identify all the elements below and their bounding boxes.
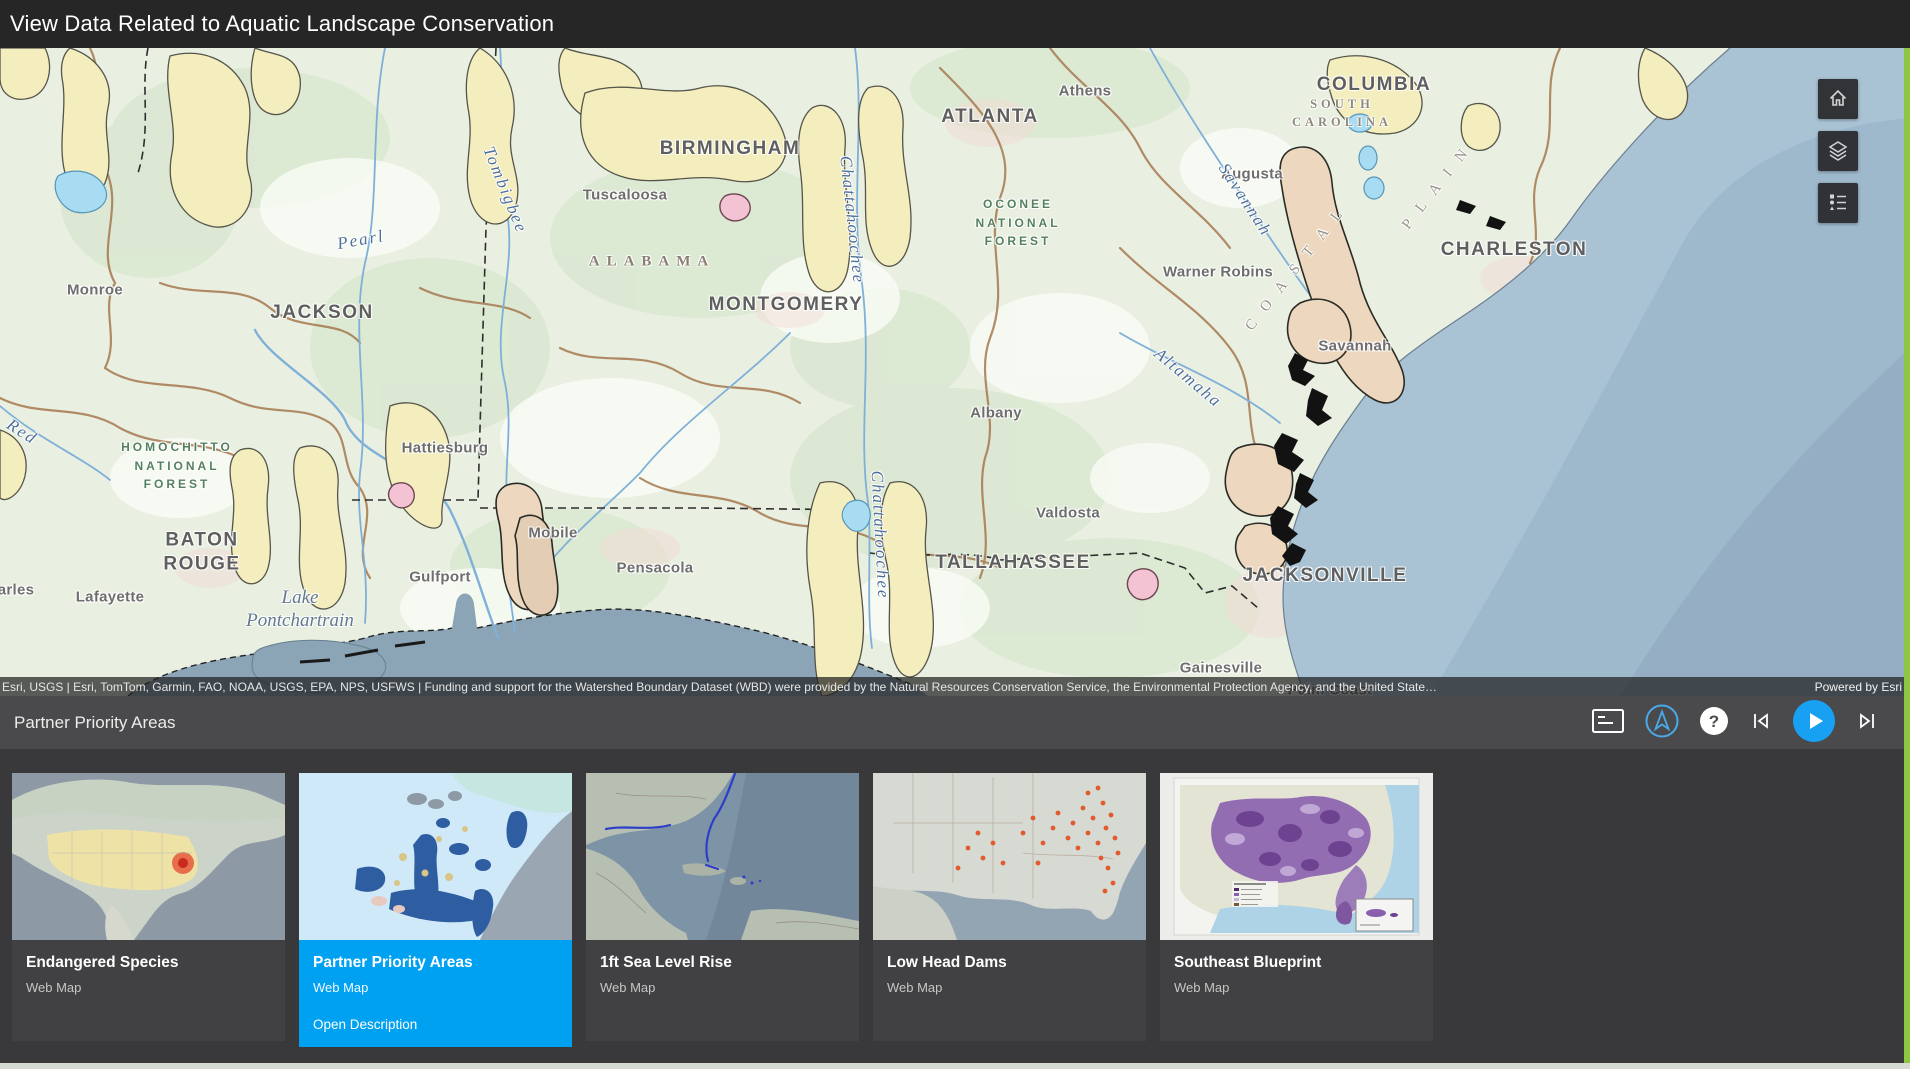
description-icon: [1591, 707, 1625, 738]
card-thumbnail[interactable]: [1160, 773, 1433, 940]
svg-text:?: ?: [1709, 712, 1719, 731]
legend-icon: [1826, 190, 1850, 217]
play-icon: [1793, 700, 1835, 745]
previous-button[interactable]: [1748, 709, 1774, 736]
open-description-link[interactable]: Open Description: [313, 1017, 558, 1032]
layers-button[interactable]: [1818, 131, 1858, 171]
card-title: Southeast Blueprint: [1174, 954, 1419, 973]
card-thumbnail[interactable]: [12, 773, 285, 940]
layers-icon: [1826, 138, 1850, 165]
card-subtitle: Web Map: [313, 980, 558, 995]
right-edge-strip: [1904, 48, 1910, 1063]
card-title: 1ft Sea Level Rise: [600, 954, 845, 973]
card-endangered-species[interactable]: Endangered Species Web Map: [12, 773, 285, 1041]
card-title: Low Head Dams: [887, 954, 1132, 973]
legend-button[interactable]: [1818, 183, 1858, 223]
card-thumbnail[interactable]: [586, 773, 859, 940]
thumb-legend: [1232, 881, 1278, 907]
skip-previous-icon: [1748, 709, 1774, 736]
card-1ft-sea-level-rise[interactable]: 1ft Sea Level Rise Web Map: [586, 773, 859, 1041]
app-header: View Data Related to Aquatic Landscape C…: [0, 0, 1910, 48]
play-button[interactable]: [1793, 700, 1835, 745]
card-subtitle: Web Map: [600, 980, 845, 995]
skip-next-icon: [1854, 709, 1880, 736]
section-bar: Partner Priority Areas: [0, 696, 1910, 749]
powered-by-esri: Powered by Esri: [1791, 680, 1910, 694]
card-subtitle: Web Map: [26, 980, 271, 995]
home-button[interactable]: [1818, 79, 1858, 119]
home-icon: [1826, 86, 1850, 113]
basemap-graphic: [0, 48, 1910, 696]
page-title: View Data Related to Aquatic Landscape C…: [10, 11, 554, 37]
help-button[interactable]: ?: [1699, 706, 1729, 739]
next-button[interactable]: [1854, 709, 1880, 736]
card-thumbnail[interactable]: [299, 773, 572, 940]
app: View Data Related to Aquatic Landscape C…: [0, 0, 1910, 1069]
description-button[interactable]: [1591, 707, 1625, 738]
toolbar: ?: [1591, 700, 1880, 745]
map[interactable]: ATLANTABIRMINGHAMMONTGOMERYJACKSONBATON …: [0, 48, 1910, 696]
bottom-edge-strip: [0, 1063, 1910, 1069]
card-thumbnail[interactable]: [873, 773, 1146, 940]
attribution-bar: Esri, USGS | Esri, TomTom, Garmin, FAO, …: [0, 677, 1910, 696]
card-subtitle: Web Map: [1174, 980, 1419, 995]
card-partner-priority-areas[interactable]: Partner Priority Areas Web Map Open Desc…: [299, 773, 572, 1047]
section-title: Partner Priority Areas: [14, 713, 176, 733]
card-low-head-dams[interactable]: Low Head Dams Web Map: [873, 773, 1146, 1041]
help-icon: ?: [1699, 706, 1729, 739]
card-title: Endangered Species: [26, 954, 271, 973]
card-subtitle: Web Map: [887, 980, 1132, 995]
card-gallery: Endangered Species Web Map: [0, 749, 1910, 1069]
card-southeast-blueprint[interactable]: Southeast Blueprint Web Map: [1160, 773, 1433, 1041]
map-controls: [1818, 79, 1858, 223]
attribution-text: Esri, USGS | Esri, TomTom, Garmin, FAO, …: [0, 680, 1791, 694]
locate-arrow-icon: [1644, 703, 1680, 742]
thumb-inset: [1356, 899, 1413, 931]
card-title: Partner Priority Areas: [313, 954, 558, 973]
locate-button[interactable]: [1644, 703, 1680, 742]
